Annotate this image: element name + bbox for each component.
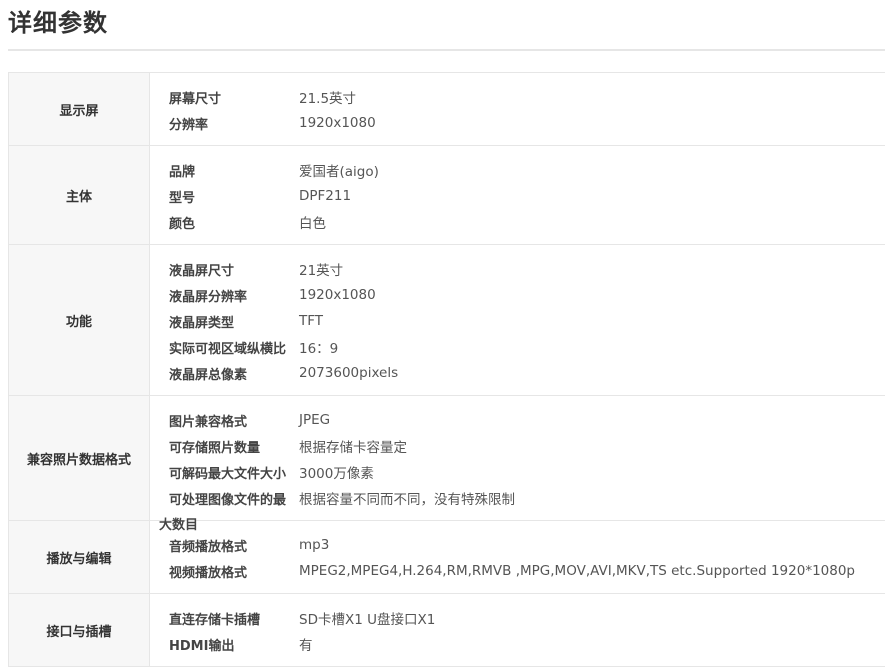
spec-key: 液晶屏总像素 — [169, 367, 248, 383]
group-items: 液晶屏尺寸 21英寸 液晶屏分辨率 1920x1080 液晶屏类型 TFT 实际… — [150, 245, 885, 395]
spec-group-display: 显示屏 屏幕尺寸 21.5英寸 分辨率 1920x1080 — [9, 73, 885, 146]
group-label: 显示屏 — [9, 73, 150, 145]
spec-value: 有 — [299, 638, 313, 654]
spec-item: 品牌 爱国者(aigo) — [150, 157, 885, 183]
spec-key: 可处理图像文件的最 — [169, 492, 287, 508]
spec-value: DPF211 — [299, 188, 352, 204]
spec-key: 液晶屏分辨率 — [169, 289, 248, 305]
spec-value: 16：9 — [299, 341, 339, 357]
spec-key: 颜色 — [169, 216, 196, 232]
group-items: 直连存储卡插槽 SD卡槽X1 U盘接口X1 HDMI输出 有 — [150, 594, 885, 666]
spec-value: JPEG — [299, 412, 331, 428]
spec-value: 根据容量不同而不同，没有特殊限制 — [299, 492, 515, 508]
spec-key: 液晶屏尺寸 — [169, 263, 235, 279]
spec-item: 液晶屏分辨率 1920x1080 — [150, 282, 885, 308]
spec-key: 分辨率 — [169, 117, 209, 133]
spec-value: 3000万像素 — [299, 466, 374, 482]
spec-key: 品牌 — [169, 164, 196, 180]
spec-value: mp3 — [299, 537, 330, 553]
spec-key: 型号 — [169, 190, 196, 206]
spec-item: 可解码最大文件大小 3000万像素 — [150, 459, 885, 485]
spec-item: 可处理图像文件的最 根据容量不同而不同，没有特殊限制 — [150, 485, 885, 511]
spec-key: 可解码最大文件大小 — [169, 466, 287, 482]
spec-key-overflow: 大数目 — [159, 518, 199, 533]
spec-value: 21英寸 — [299, 263, 344, 279]
group-items: 屏幕尺寸 21.5英寸 分辨率 1920x1080 — [150, 73, 885, 145]
group-label: 兼容照片数据格式 — [9, 396, 150, 520]
spec-item: 液晶屏总像素 2073600pixels — [150, 360, 885, 386]
spec-value: 1920x1080 — [299, 287, 376, 303]
spec-item: HDMI输出 有 — [150, 631, 885, 657]
spec-item: 颜色 白色 — [150, 209, 885, 235]
spec-value: 2073600pixels — [299, 365, 399, 381]
spec-item: 屏幕尺寸 21.5英寸 — [150, 84, 885, 110]
spec-group-ports: 接口与插槽 直连存储卡插槽 SD卡槽X1 U盘接口X1 HDMI输出 有 — [9, 594, 885, 667]
spec-value: MPEG2,MPEG4,H.264,RM,RMVB ,MPG,MOV,AVI,M… — [299, 563, 856, 579]
spec-group-body: 主体 品牌 爱国者(aigo) 型号 DPF211 颜色 白色 — [9, 146, 885, 245]
spec-item: 图片兼容格式 JPEG — [150, 407, 885, 433]
page-title: 详细参数 — [8, 9, 108, 37]
spec-key: 图片兼容格式 — [169, 414, 248, 430]
spec-item: 液晶屏类型 TFT — [150, 308, 885, 334]
spec-key: 视频播放格式 — [169, 565, 248, 581]
group-items: 品牌 爱国者(aigo) 型号 DPF211 颜色 白色 — [150, 146, 885, 244]
spec-item: 可存储照片数量 根据存储卡容量定 — [150, 433, 885, 459]
spec-item: 液晶屏尺寸 21英寸 — [150, 256, 885, 282]
spec-value: 21.5英寸 — [299, 91, 357, 107]
group-label: 主体 — [9, 146, 150, 244]
spec-item: 视频播放格式 MPEG2,MPEG4,H.264,RM,RMVB ,MPG,MO… — [150, 558, 885, 584]
spec-value: TFT — [299, 313, 324, 329]
spec-key: 音频播放格式 — [169, 539, 248, 555]
spec-item: 实际可视区域纵横比 16：9 — [150, 334, 885, 360]
group-items: 图片兼容格式 JPEG 可存储照片数量 根据存储卡容量定 可解码最大文件大小 3… — [150, 396, 885, 520]
spec-group-photo-formats: 兼容照片数据格式 图片兼容格式 JPEG 可存储照片数量 根据存储卡容量定 可解… — [9, 396, 885, 521]
spec-key: 可存储照片数量 — [169, 440, 261, 456]
spec-key: 实际可视区域纵横比 — [169, 341, 287, 357]
spec-value: 1920x1080 — [299, 115, 376, 131]
spec-key: 液晶屏类型 — [169, 315, 235, 331]
spec-group-function: 功能 液晶屏尺寸 21英寸 液晶屏分辨率 1920x1080 液晶屏类型 TFT… — [9, 245, 885, 396]
spec-key: 屏幕尺寸 — [169, 91, 222, 107]
group-items: 音频播放格式 mp3 视频播放格式 MPEG2,MPEG4,H.264,RM,R… — [150, 521, 885, 593]
spec-item: 直连存储卡插槽 SD卡槽X1 U盘接口X1 — [150, 605, 885, 631]
group-label: 功能 — [9, 245, 150, 395]
spec-value: 白色 — [299, 216, 326, 232]
title-divider — [8, 49, 885, 51]
spec-item: 音频播放格式 mp3 — [150, 532, 885, 558]
spec-value: 根据存储卡容量定 — [299, 440, 407, 456]
spec-value: 爱国者(aigo) — [299, 164, 379, 180]
spec-item: 分辨率 1920x1080 — [150, 110, 885, 136]
spec-key: 直连存储卡插槽 — [169, 612, 261, 628]
spec-value: SD卡槽X1 U盘接口X1 — [299, 612, 436, 628]
spec-group-playback: 播放与编辑 音频播放格式 mp3 视频播放格式 MPEG2,MPEG4,H.26… — [9, 521, 885, 594]
group-label: 播放与编辑 — [9, 521, 150, 593]
spec-table: 显示屏 屏幕尺寸 21.5英寸 分辨率 1920x1080 主体 品牌 爱国者(… — [8, 72, 885, 667]
spec-key: HDMI输出 — [169, 638, 235, 654]
group-label: 接口与插槽 — [9, 594, 150, 666]
spec-item: 型号 DPF211 — [150, 183, 885, 209]
